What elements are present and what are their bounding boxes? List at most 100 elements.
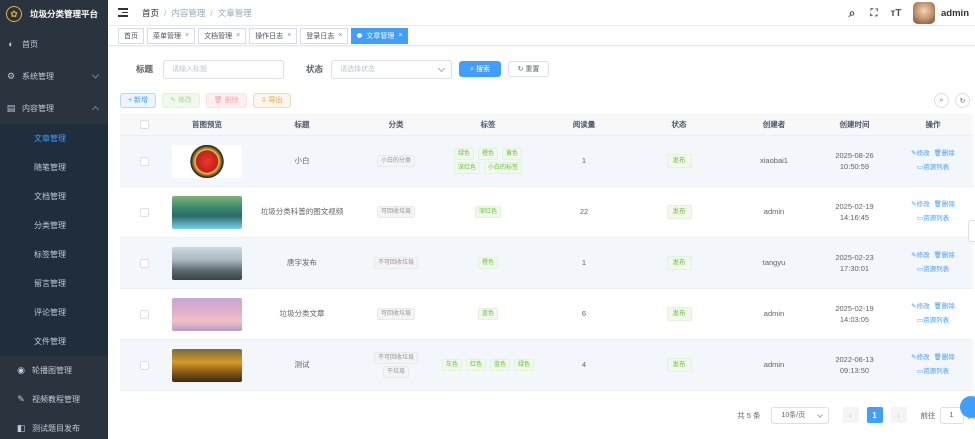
tab-articles[interactable]: 文章管理 × [351, 27, 409, 44]
tab-menus[interactable]: 菜单管理 × [147, 27, 196, 44]
row-checkbox[interactable] [139, 258, 149, 268]
row-delete-link[interactable]: 🗑删除 [934, 353, 955, 363]
row-date: 2022-06-13 [835, 354, 874, 364]
export-button[interactable]: ⇩ 导出 [252, 92, 291, 108]
sidebar-item-videos[interactable]: ✎ 视频教程管理 [0, 385, 108, 414]
prev-page-button[interactable]: ‹ [842, 407, 859, 423]
table-row[interactable]: 测试 不可回收垃圾 干垃圾 灰色 红色 蓝色 绿色 4 发布 admin 2022-06… [120, 340, 973, 391]
row-author: xiaobai1 [760, 156, 788, 166]
close-icon[interactable]: × [185, 32, 189, 39]
close-icon[interactable]: × [287, 32, 291, 39]
row-edit-link[interactable]: ✎修改 [911, 353, 929, 363]
sidebar-item-essays[interactable]: 随笔管理 [0, 153, 108, 182]
row-checkbox[interactable] [139, 207, 149, 217]
row-title: 垃圾分类科普的图文视频 [260, 207, 344, 217]
label-tag: 深红色 [474, 206, 501, 218]
row-checkbox[interactable] [139, 309, 149, 319]
tab-home[interactable]: 首页 [118, 27, 144, 44]
status-select[interactable]: 请选择状态 [331, 59, 453, 79]
sidebar-item-categories[interactable]: 分类管理 [0, 211, 108, 240]
avatar[interactable] [913, 2, 936, 24]
sidebar-item-home[interactable]: ◐ 首页 [0, 28, 108, 60]
delete-button[interactable]: 🗑 删除 [205, 92, 247, 108]
sidebar-item-quiz[interactable]: ◧ 测试题目发布 [0, 414, 108, 439]
label-tag: 蓝色 [477, 308, 498, 320]
sidebar-item-system[interactable]: ⚙ 系统管理 [0, 60, 108, 92]
sidebar-item-comments[interactable]: 评论管理 [0, 298, 108, 327]
row-edit-link[interactable]: ✎修改 [911, 302, 929, 312]
row-author: admin [763, 207, 785, 217]
add-button[interactable]: + 新增 [120, 92, 157, 108]
row-resources-link[interactable]: ▭资源列表 [917, 265, 949, 275]
breadcrumb-home[interactable]: 首页 [142, 8, 159, 18]
tab-loginlog[interactable]: 登录日志 × [300, 27, 349, 44]
row-delete-link[interactable]: 🗑删除 [934, 251, 955, 261]
tab-label: 菜单管理 [153, 32, 181, 40]
table-row[interactable]: 垃圾分类科普的图文视频 可回收垃圾 深红色 22 发布 admin 2025-0… [120, 187, 973, 238]
edit-button[interactable]: ✎ 修改 [162, 92, 200, 108]
row-delete-link[interactable]: 🗑删除 [934, 200, 955, 210]
close-icon[interactable]: × [338, 32, 342, 39]
floating-action-button[interactable] [960, 396, 975, 418]
sidebar-item-articles[interactable]: 文章管理 [0, 124, 108, 153]
hamburger-icon[interactable] [118, 8, 128, 17]
sidebar-item-documents[interactable]: 文档管理 [0, 182, 108, 211]
tags-view: 首页 菜单管理 × 文档管理 × 操作日志 × 登录日志 × 文章管理 × [108, 26, 975, 46]
title-input[interactable]: 请输入标题 [163, 59, 285, 79]
username[interactable]: admin [941, 8, 969, 19]
sidebar-item-files[interactable]: 文件管理 [0, 327, 108, 356]
tab-label: 登录日志 [306, 32, 335, 40]
sidebar-item-carousel[interactable]: ◉ 轮播图管理 [0, 356, 108, 385]
reset-button[interactable]: ↻ 重置 [508, 61, 550, 77]
row-actions: ✎修改 🗑删除 ▭资源列表 [893, 149, 973, 173]
row-resources-link[interactable]: ▭资源列表 [917, 163, 949, 173]
next-page-button[interactable]: › [890, 407, 907, 423]
sidebar-item-content[interactable]: ▤ 内容管理 [0, 92, 108, 124]
table-row[interactable]: 垃圾分类文章 可回收垃圾 蓝色 6 发布 admin 2025-02-19 14:… [120, 289, 973, 340]
status-badge: 发布 [666, 205, 692, 219]
label-tag: 深红色 [453, 162, 480, 174]
sidebar-item-messages[interactable]: 留言管理 [0, 269, 108, 298]
row-delete-link[interactable]: 🗑删除 [934, 302, 955, 312]
chevron-up-icon [91, 105, 100, 114]
table-row[interactable]: 唐宇发布 不可回收垃圾 橙色 1 发布 tangyu 2025-02-23 17:… [120, 238, 973, 289]
row-edit-link[interactable]: ✎修改 [911, 200, 929, 210]
articles-table: 首图预览 标题 分类 标签 阅读量 状态 创建者 创建时间 操作 小白 小白的分… [120, 114, 973, 391]
close-icon[interactable]: × [236, 32, 240, 39]
row-resources-link[interactable]: ▭资源列表 [917, 367, 949, 377]
sidebar-item-tags[interactable]: 标签管理 [0, 240, 108, 269]
status-badge: 发布 [666, 307, 692, 321]
row-checkbox[interactable] [139, 156, 149, 166]
toggle-search-button[interactable]: ⌕ [934, 93, 949, 108]
refresh-button[interactable]: ↻ [955, 93, 970, 108]
row-resources-link[interactable]: ▭资源列表 [917, 214, 949, 224]
header-views: 阅读量 [572, 119, 596, 129]
page-1-button[interactable]: 1 [866, 407, 883, 423]
search-form: 标题 请输入标题 状态 请选择状态 ⌕ 搜索 ↻ 重置 [108, 58, 975, 80]
row-delete-link[interactable]: 🗑删除 [934, 149, 955, 159]
header-category: 分类 [388, 119, 404, 129]
status-badge: 发布 [666, 256, 692, 270]
row-resources-link[interactable]: ▭资源列表 [917, 316, 949, 326]
row-edit-link[interactable]: ✎修改 [911, 149, 929, 159]
fullscreen-icon[interactable]: ⛶ [865, 8, 883, 19]
row-views: 22 [579, 207, 589, 217]
title-label: 标题 [136, 64, 154, 74]
settings-drawer-handle[interactable] [968, 220, 975, 242]
row-title: 小白 [294, 156, 310, 166]
toolbar: + 新增 ✎ 修改 🗑 删除 ⇩ 导出 [120, 92, 297, 108]
row-categories: 小白的分类 [358, 154, 434, 168]
font-size-icon[interactable]: тT [887, 8, 905, 19]
search-button[interactable]: ⌕ 搜索 [459, 61, 502, 77]
pagination: 共 5 条 10条/页 ‹ 1 › 前往 1 页 [737, 406, 975, 424]
tab-oplog[interactable]: 操作日志 × [249, 27, 298, 44]
table-row[interactable]: 小白 小白的分类 绿色 橙色 黄色 深红色 小白的标签 1 发布 xiaobai1 20… [120, 136, 973, 187]
row-checkbox[interactable] [139, 360, 149, 370]
row-categories: 可回收垃圾 [358, 307, 434, 321]
row-edit-link[interactable]: ✎修改 [911, 251, 929, 261]
search-icon[interactable]: ⌕ [843, 6, 861, 21]
select-all-checkbox[interactable] [139, 120, 149, 129]
page-size-select[interactable]: 10条/页 [770, 406, 829, 424]
close-icon[interactable]: × [398, 32, 402, 39]
tab-documents[interactable]: 文档管理 × [198, 27, 247, 44]
